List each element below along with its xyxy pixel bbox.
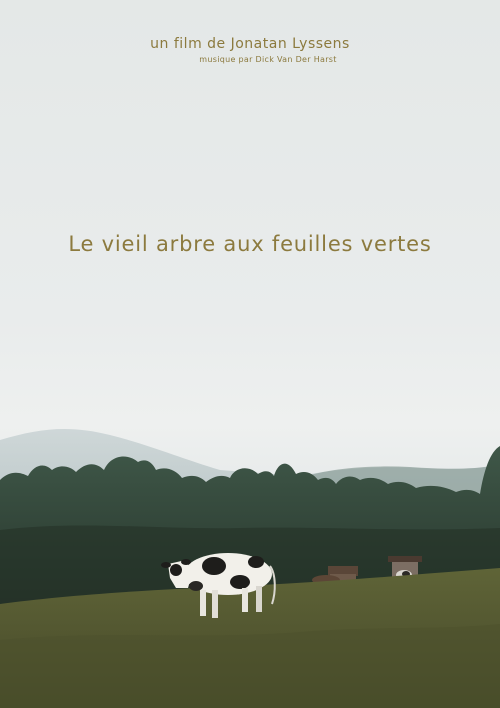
film-title: Le vieil arbre aux feuilles vertes (68, 232, 432, 256)
music-credit: musique par Dick Van Der Harst (199, 55, 337, 64)
director-credit: un film de Jonatan Lyssens (150, 36, 350, 52)
farmhouse-roof (388, 556, 422, 562)
movie-poster: un film de Jonatan Lyssens musique par D… (0, 0, 500, 708)
landscape-photo (0, 428, 500, 708)
meadow-texture (0, 624, 500, 708)
